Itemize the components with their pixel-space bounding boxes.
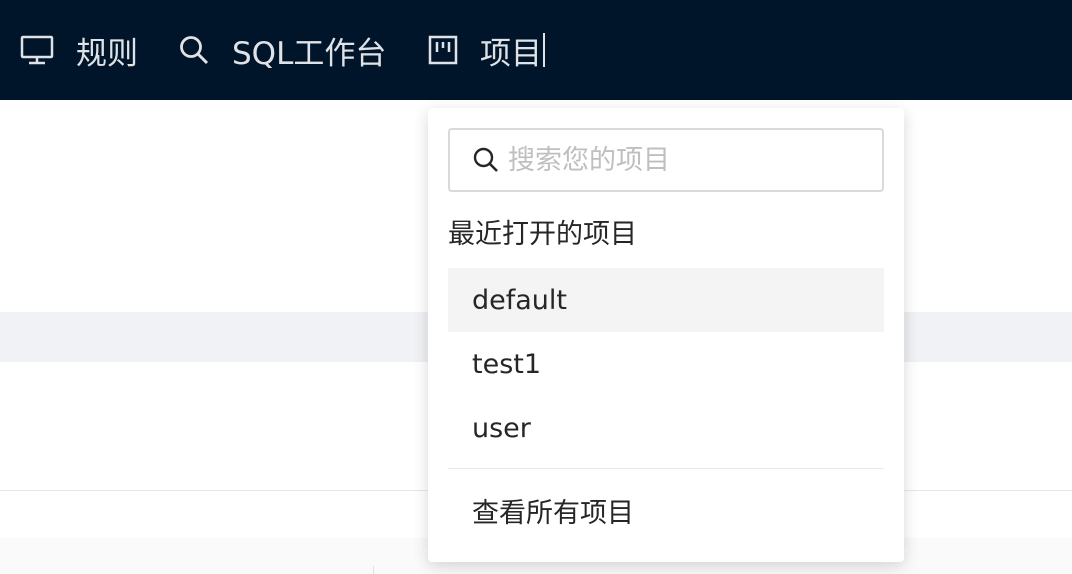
column-divider [373, 566, 374, 574]
search-icon [178, 34, 210, 66]
dropdown-divider [448, 468, 884, 469]
nav-sql-label: SQL工作台 [232, 35, 387, 72]
search-icon [472, 146, 500, 174]
project-item-default[interactable]: default [448, 268, 884, 332]
nav-project-label: 项目 [480, 35, 542, 72]
text-caret [543, 33, 545, 67]
project-icon [428, 35, 458, 65]
nav-rules[interactable]: 规则 [20, 0, 138, 100]
project-dropdown: 最近打开的项目 default test1 user 查看所有项目 [428, 108, 904, 562]
recent-projects-title: 最近打开的项目 [448, 219, 637, 250]
nav-project[interactable]: 项目 [428, 0, 545, 100]
monitor-icon [20, 35, 54, 65]
top-navbar: 规则 SQL工作台 项目 [0, 0, 1072, 100]
project-item-user[interactable]: user [448, 396, 884, 460]
nav-sql-workbench[interactable]: SQL工作台 [178, 0, 386, 100]
project-search-box[interactable] [448, 128, 884, 192]
project-search-input[interactable] [508, 144, 868, 176]
view-all-projects-link[interactable]: 查看所有项目 [448, 478, 884, 542]
nav-rules-label: 规则 [76, 35, 138, 72]
project-item-test1[interactable]: test1 [448, 332, 884, 396]
